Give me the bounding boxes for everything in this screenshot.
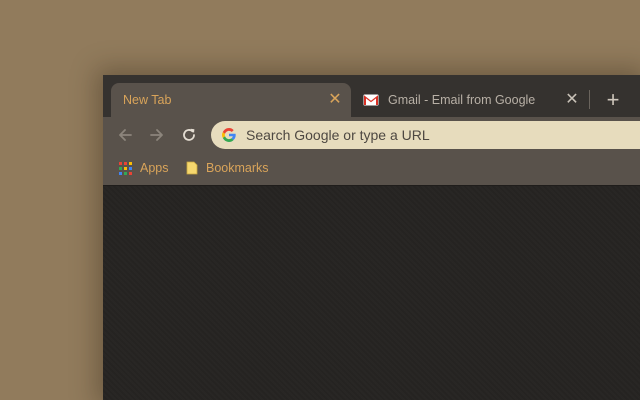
tab-divider xyxy=(589,90,590,109)
back-button[interactable] xyxy=(114,124,136,146)
folder-icon xyxy=(186,161,198,175)
reload-icon xyxy=(183,128,195,141)
browser-window: New Tab ✕ Gmail - Email from Google ✕ + xyxy=(103,75,640,400)
close-icon[interactable]: ✕ xyxy=(562,90,582,110)
omnibox[interactable] xyxy=(211,121,640,149)
tab-title: Gmail - Email from Google xyxy=(388,93,536,107)
tab-strip: New Tab ✕ Gmail - Email from Google ✕ + xyxy=(103,75,640,117)
omnibox-input[interactable] xyxy=(244,126,588,144)
close-icon[interactable]: ✕ xyxy=(325,90,345,110)
gmail-icon xyxy=(363,92,379,108)
google-g-icon xyxy=(221,127,237,143)
bookmark-bookmarks[interactable]: Bookmarks xyxy=(186,161,269,175)
new-tab-page xyxy=(103,186,640,400)
new-tab-button[interactable]: + xyxy=(601,88,625,112)
tab-gmail[interactable]: Gmail - Email from Google ✕ xyxy=(358,83,588,117)
bookmark-label: Bookmarks xyxy=(206,161,269,175)
apps-grid-icon xyxy=(119,161,132,175)
bookmark-apps[interactable]: Apps xyxy=(119,161,169,175)
arrow-right-icon xyxy=(150,129,163,141)
tab-new-tab[interactable]: New Tab ✕ xyxy=(111,83,351,117)
reload-button[interactable] xyxy=(178,124,200,146)
tab-title: New Tab xyxy=(123,93,172,107)
bookmark-label: Apps xyxy=(140,161,169,175)
forward-button[interactable] xyxy=(146,124,168,146)
toolbar: Apps Bookmarks xyxy=(103,117,640,186)
arrow-left-icon xyxy=(119,129,132,141)
